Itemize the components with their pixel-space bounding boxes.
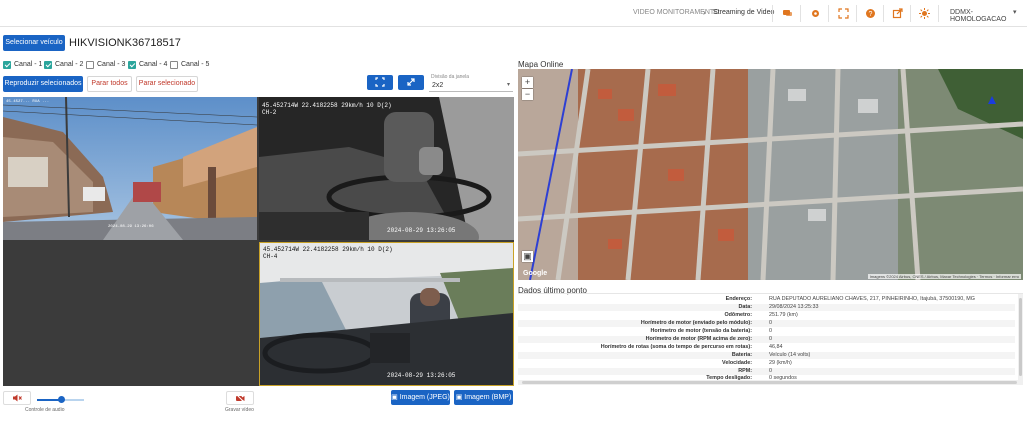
- chat-icon[interactable]: [782, 8, 793, 19]
- image-icon: ▣: [391, 394, 400, 401]
- map-title: Mapa Online: [518, 60, 564, 69]
- chevron-down-icon: ▾: [506, 82, 510, 88]
- checkbox-icon[interactable]: [86, 60, 94, 69]
- channel-checkbox-2[interactable]: Canal - 2: [44, 60, 83, 69]
- zoom-out-button[interactable]: −: [522, 89, 533, 100]
- breadcrumb-parent[interactable]: VIDEO MONITORAMENTO: [633, 9, 719, 16]
- record-video-button[interactable]: [226, 391, 254, 405]
- divider: [938, 5, 939, 22]
- video-channel-3[interactable]: [3, 242, 257, 386]
- channel-checkbox-1[interactable]: Canal - 1: [3, 60, 42, 69]
- video-off-icon: [235, 393, 245, 403]
- video-gps-overlay: 45.452714W 22.4182258 29km/h 10 D(2): [263, 246, 393, 253]
- video-channel-4[interactable]: 45.452714W 22.4182258 29km/h 10 D(2) CH-…: [259, 242, 514, 386]
- fit-screen-button[interactable]: [367, 75, 393, 90]
- cabin-camera-image: [260, 243, 513, 385]
- play-selected-button[interactable]: Reproduzir selecionados: [3, 76, 83, 92]
- map-attribution[interactable]: Imagens ©2024 Airbus, CNES / Airbus, Max…: [867, 274, 1021, 279]
- record-video-label: Gravar vídeo: [225, 407, 254, 413]
- checkbox-icon[interactable]: [170, 60, 178, 69]
- image-jpeg-button[interactable]: ▣ Imagem (JPEG): [391, 390, 450, 405]
- video-grid: 45.4527... RUA ... 2024-08-29 13:26:06 4…: [3, 97, 514, 386]
- help-icon[interactable]: ?: [865, 8, 876, 19]
- speaker-muted-icon: [13, 394, 22, 402]
- stop-all-button[interactable]: Parar todos: [87, 76, 132, 92]
- fullscreen-icon[interactable]: [838, 8, 849, 19]
- horizontal-scrollbar[interactable]: [518, 380, 1023, 385]
- satellite-map-image: [518, 69, 1023, 280]
- video-channel-label: CH-4: [263, 253, 278, 260]
- channel-checkbox-3[interactable]: Canal - 3: [86, 60, 125, 69]
- top-bar: VIDEO MONITORAMENTO › Streaming de Video…: [0, 0, 1027, 27]
- data-row: Bateria: Veículo (14 volts): [518, 352, 1015, 359]
- vehicle-title: HIKVISIONK36718517: [69, 37, 181, 49]
- divider: [910, 5, 911, 22]
- image-bmp-button[interactable]: ▣ Imagem (BMP): [454, 390, 513, 405]
- data-row: Data: 29/08/2024 13:25:33: [518, 304, 1015, 311]
- audio-slider-handle[interactable]: [58, 396, 65, 403]
- checkbox-icon[interactable]: [128, 60, 136, 69]
- image-icon: ▣: [455, 394, 465, 401]
- data-row: RPM: 0: [518, 368, 1015, 375]
- channel-checkbox-5[interactable]: Canal - 5: [170, 60, 209, 69]
- scrollbar-thumb[interactable]: [522, 381, 1017, 384]
- online-map[interactable]: + − ▣ Google Imagens ©2024 Airbus, CNES …: [518, 69, 1023, 280]
- video-channel-1[interactable]: 45.4527... RUA ... 2024-08-29 13:26:06: [3, 97, 257, 240]
- data-row: Odômetro: 251.79 (km): [724, 312, 798, 318]
- stop-selected-button[interactable]: Parar selecionado: [136, 76, 198, 92]
- video-timestamp: 2024-08-29 13:26:05: [387, 227, 456, 234]
- driver-camera-image: [259, 97, 514, 240]
- data-row: Horímetro de rotas (soma do tempo de per…: [600, 344, 783, 350]
- data-row: Horímetro de motor (RPM acima de zero): 0: [518, 336, 1015, 343]
- channel-checkbox-4[interactable]: Canal - 4: [128, 60, 167, 69]
- division-select[interactable]: 2x2 ▾: [429, 80, 513, 92]
- sun-icon[interactable]: [919, 8, 930, 19]
- chevron-down-icon[interactable]: ▾: [1013, 8, 1017, 16]
- svg-text:?: ?: [869, 11, 873, 18]
- video-gps-overlay: 45.4527... RUA ...: [6, 100, 50, 104]
- video-gps-overlay: 45.452714W 22.4182258 29km/h 10 D(2): [262, 102, 392, 109]
- select-vehicle-button[interactable]: Selecionar veículo: [3, 35, 65, 51]
- divider: [856, 5, 857, 22]
- video-timestamp: 2024-08-29 13:26:06: [108, 225, 154, 229]
- scrollbar-thumb[interactable]: [1019, 298, 1022, 376]
- vertical-scrollbar[interactable]: [1018, 294, 1023, 385]
- street-view-icon[interactable]: ▣: [522, 251, 533, 262]
- data-row: Horímetro de motor (tensão da bateria): 0: [650, 328, 772, 334]
- zoom-in-button[interactable]: +: [522, 77, 533, 88]
- checkbox-icon[interactable]: [3, 60, 11, 69]
- google-logo: Google: [523, 270, 548, 277]
- checkbox-icon[interactable]: [44, 60, 52, 69]
- video-channel-2[interactable]: 45.452714W 22.4182258 29km/h 10 D(2) CH-…: [259, 97, 514, 240]
- audio-slider-fill: [37, 399, 60, 401]
- breadcrumb-current: Streaming de Video: [713, 9, 775, 16]
- video-channel-label: CH-2: [262, 109, 277, 116]
- audio-control-label: Controle de audio: [25, 407, 65, 413]
- data-panel: Endereço: RUA DEPUTADO AURELIANO CHAVES, …: [518, 293, 1023, 385]
- divider: [772, 5, 773, 22]
- divider: [828, 5, 829, 22]
- expand-button[interactable]: [398, 75, 424, 90]
- gear-icon[interactable]: [810, 8, 821, 19]
- street-camera-image: [3, 97, 257, 240]
- external-link-icon[interactable]: [892, 8, 903, 19]
- video-timestamp: 2024-08-29 13:26:05: [387, 372, 456, 379]
- divider: [800, 5, 801, 22]
- breadcrumb-separator-icon: ›: [703, 8, 706, 17]
- divider: [883, 5, 884, 22]
- data-row: Velocidade: 29 (km/h): [722, 360, 792, 366]
- data-row: Horímetro de motor (enviado pelo módulo)…: [518, 320, 1015, 327]
- mute-button[interactable]: [3, 391, 31, 405]
- data-row: Endereço: RUA DEPUTADO AURELIANO CHAVES, …: [725, 296, 975, 302]
